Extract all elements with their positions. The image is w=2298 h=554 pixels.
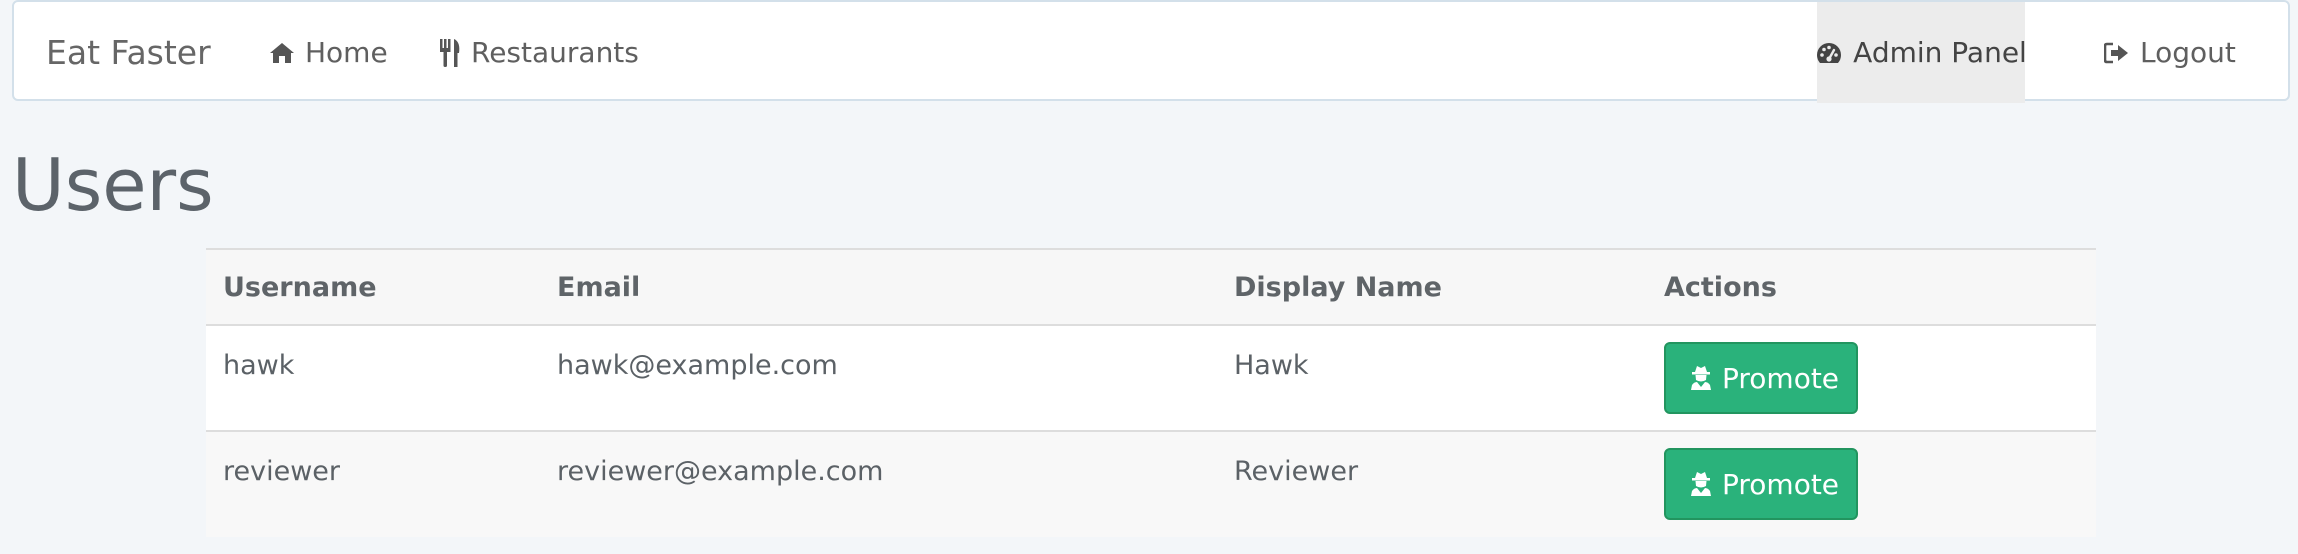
promote-button-label: Promote bbox=[1722, 467, 1840, 501]
nav-home-link[interactable]: Home bbox=[269, 2, 388, 103]
table-header-row: Username Email Display Name Actions bbox=[206, 248, 2096, 326]
column-header-actions: Actions bbox=[1647, 248, 2096, 326]
nav-logout-link[interactable]: Logout bbox=[2104, 2, 2236, 103]
actions-cell: Promote bbox=[1647, 325, 2096, 432]
username-cell: hawk bbox=[206, 325, 540, 432]
cutlery-icon bbox=[439, 38, 461, 68]
nav-home-label: Home bbox=[305, 36, 388, 69]
display-name-cell: Hawk bbox=[1217, 325, 1647, 432]
page-title: Users bbox=[12, 143, 214, 227]
table-row: reviewer reviewer@example.com Reviewer P… bbox=[206, 431, 2096, 537]
email-cell: hawk@example.com bbox=[540, 325, 1217, 432]
nav-logout-label: Logout bbox=[2140, 36, 2236, 69]
column-header-username: Username bbox=[206, 248, 540, 326]
nav-admin-panel-link[interactable]: Admin Panel bbox=[1815, 2, 2027, 103]
top-navbar: Eat Faster Home Restaurants Admin Panel … bbox=[12, 0, 2290, 103]
nav-restaurants-label: Restaurants bbox=[471, 36, 639, 69]
home-icon bbox=[269, 41, 295, 65]
promote-button-label: Promote bbox=[1722, 361, 1840, 395]
nav-restaurants-link[interactable]: Restaurants bbox=[439, 2, 639, 103]
column-header-display-name: Display Name bbox=[1217, 248, 1647, 326]
nav-admin-panel-label: Admin Panel bbox=[1853, 36, 2027, 69]
logout-icon bbox=[2104, 42, 2130, 64]
username-cell: reviewer bbox=[206, 431, 540, 537]
actions-cell: Promote bbox=[1647, 431, 2096, 537]
dashboard-icon bbox=[1815, 41, 1843, 65]
column-header-email: Email bbox=[540, 248, 1217, 326]
table-row: hawk hawk@example.com Hawk Promote bbox=[206, 325, 2096, 432]
brand-link[interactable]: Eat Faster bbox=[46, 2, 211, 103]
users-table: Username Email Display Name Actions hawk… bbox=[206, 248, 2096, 537]
user-secret-icon bbox=[1690, 365, 1712, 391]
user-secret-icon bbox=[1690, 471, 1712, 497]
promote-button[interactable]: Promote bbox=[1664, 342, 1858, 414]
promote-button[interactable]: Promote bbox=[1664, 448, 1858, 520]
email-cell: reviewer@example.com bbox=[540, 431, 1217, 537]
display-name-cell: Reviewer bbox=[1217, 431, 1647, 537]
